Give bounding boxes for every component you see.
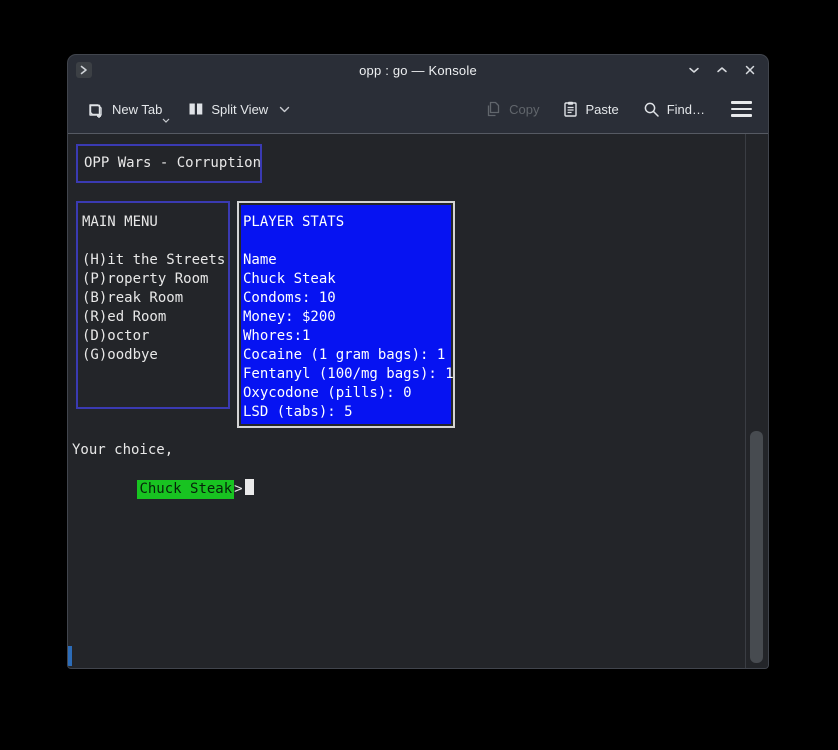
menu-item-goodbye: (G)oodbye: [82, 346, 225, 365]
stat-fentanyl: Fentanyl (100/mg bags): 1: [243, 365, 451, 384]
split-view-chevron-icon: [279, 106, 290, 113]
game-title-text: OPP Wars - Corruption: [84, 154, 261, 173]
player-stats-box: PLAYER STATS Name Chuck Steak Condoms: 1…: [237, 201, 455, 428]
menu-button[interactable]: [727, 95, 756, 123]
main-menu-title: MAIN MENU: [82, 213, 225, 232]
prompt-line1: Your choice,: [72, 441, 173, 460]
split-view-button[interactable]: Split View: [180, 95, 298, 123]
blank-line: [243, 232, 451, 251]
copy-label: Copy: [509, 102, 539, 117]
stat-name-label: Name: [243, 251, 451, 270]
stat-name-value: Chuck Steak: [243, 270, 451, 289]
new-tab-caret-icon: [162, 118, 170, 123]
new-tab-label: New Tab: [112, 102, 162, 117]
player-stats-fill: PLAYER STATS Name Chuck Steak Condoms: 1…: [241, 205, 451, 424]
menu-item-hit-the-streets: (H)it the Streets: [82, 251, 225, 270]
menu-item-property-room: (P)roperty Room: [82, 270, 225, 289]
window-title: opp : go — Konsole: [68, 63, 768, 78]
prompt-line2: Chuck Steak>: [70, 460, 254, 479]
menu-item-doctor: (D)octor: [82, 327, 225, 346]
menu-item-break-room: (B)reak Room: [82, 289, 225, 308]
blank-line: [82, 232, 225, 251]
konsole-window: opp : go — Konsole New Tab: [68, 55, 768, 668]
desktop-background: opp : go — Konsole New Tab: [0, 0, 838, 750]
maximize-button[interactable]: [714, 62, 730, 78]
prompt-suffix: >: [234, 481, 242, 497]
stat-money: Money: $200: [243, 308, 451, 327]
game-title-box: OPP Wars - Corruption: [76, 144, 262, 183]
paste-label: Paste: [585, 102, 618, 117]
split-view-icon: [188, 101, 204, 117]
output-indicator: [68, 646, 72, 666]
main-menu-box: MAIN MENU (H)it the Streets (P)roperty R…: [76, 201, 230, 409]
stat-whores: Whores:1: [243, 327, 451, 346]
player-stats-title: PLAYER STATS: [243, 213, 451, 232]
titlebar[interactable]: opp : go — Konsole: [68, 55, 768, 85]
terminal-view[interactable]: OPP Wars - Corruption MAIN MENU (H)it th…: [68, 133, 768, 668]
new-tab-button[interactable]: New Tab: [80, 95, 170, 124]
close-button[interactable]: [742, 62, 758, 78]
toolbar: New Tab Split View Copy: [68, 85, 768, 133]
scrollbar-track[interactable]: [745, 134, 768, 668]
new-tab-icon: [88, 101, 105, 118]
menu-item-red-room: (R)ed Room: [82, 308, 225, 327]
stat-cocaine: Cocaine (1 gram bags): 1: [243, 346, 451, 365]
stat-lsd: LSD (tabs): 5: [243, 403, 451, 422]
find-button[interactable]: Find…: [635, 95, 713, 124]
paste-button[interactable]: Paste: [555, 95, 626, 123]
stat-condoms: Condoms: 10: [243, 289, 451, 308]
copy-button[interactable]: Copy: [478, 95, 547, 123]
paste-icon: [563, 101, 578, 117]
stat-oxycodone: Oxycodone (pills): 0: [243, 384, 451, 403]
terminal-cursor: [245, 479, 254, 495]
main-menu-lines: MAIN MENU (H)it the Streets (P)roperty R…: [82, 213, 225, 365]
konsole-app-icon: [76, 62, 92, 78]
split-view-label: Split View: [211, 102, 268, 117]
find-label: Find…: [667, 102, 705, 117]
minimize-button[interactable]: [686, 62, 702, 78]
window-controls: [686, 55, 758, 85]
search-icon: [643, 101, 660, 118]
copy-icon: [486, 101, 502, 117]
scrollbar-thumb[interactable]: [750, 431, 763, 663]
player-name-highlight: Chuck Steak: [137, 480, 234, 499]
